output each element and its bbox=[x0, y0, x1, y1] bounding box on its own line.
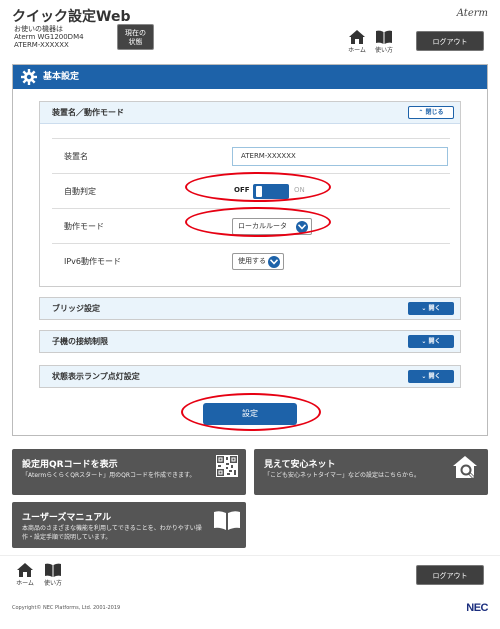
header: クイック設定Web お使いの機器は Aterm WG1200DM4 ATERM-… bbox=[0, 0, 500, 58]
ipv6-mode-select[interactable]: 使用する bbox=[232, 253, 284, 270]
chevron-down-icon: ⌄ bbox=[421, 373, 427, 380]
chevron-down-icon bbox=[268, 256, 280, 268]
brand-logo: Aterm bbox=[456, 8, 488, 19]
app-title: クイック設定Web bbox=[12, 9, 131, 25]
section-title: 基本設定 bbox=[43, 72, 80, 82]
operation-mode-select[interactable]: ローカルルータ bbox=[232, 217, 312, 235]
copyright: Copyright© NEC Platforms, Ltd. 2001-2019 bbox=[12, 605, 121, 611]
home-icon bbox=[17, 563, 33, 577]
toggle-knob bbox=[253, 183, 289, 199]
home-icon bbox=[349, 30, 365, 44]
section-header: 基本設定 bbox=[13, 65, 487, 89]
set-button[interactable]: 設定 bbox=[203, 403, 297, 425]
device-info: お使いの機器は Aterm WG1200DM4 ATERM-XXXXXX bbox=[14, 25, 84, 49]
footer-nav: ホーム 使い方 ログアウト bbox=[0, 555, 500, 593]
chevron-down-icon: ⌄ bbox=[421, 338, 427, 345]
device-mode-panel-header[interactable]: 装置名／動作モード ⌃ 閉じる bbox=[40, 102, 460, 124]
expand-button[interactable]: ⌄ 開く bbox=[408, 302, 454, 315]
expand-button[interactable]: ⌄ 開く bbox=[408, 335, 454, 348]
safety-net-tile[interactable]: 見えて安心ネット 「こども安心ネットタイマー」などの設定はこちらから。 bbox=[254, 449, 488, 495]
home-button[interactable]: ホーム bbox=[344, 30, 370, 54]
gear-icon bbox=[21, 69, 37, 85]
logout-button[interactable]: ログアウト bbox=[416, 31, 484, 51]
qr-code-tile[interactable]: 設定用QRコードを表示 「AtermらくらくQRスタート」用のQRコードを作成で… bbox=[12, 449, 246, 495]
device-name: ATERM-XXXXXX bbox=[14, 41, 69, 49]
basic-settings-card: 基本設定 装置名／動作モード ⌃ 閉じる 装置名 ATERM-XXXXXX 自動… bbox=[12, 64, 488, 436]
bridge-panel[interactable]: ブリッジ設定 ⌄ 開く bbox=[39, 297, 461, 320]
chevron-up-icon: ⌃ bbox=[418, 109, 424, 116]
device-label: お使いの機器は bbox=[14, 25, 63, 33]
current-status-button[interactable]: 現在の 状態 bbox=[117, 24, 154, 50]
auto-detect-row: 自動判定 OFF ON bbox=[52, 173, 450, 208]
chevron-down-icon: ⌄ bbox=[421, 305, 427, 312]
book-icon bbox=[45, 563, 61, 577]
expand-button[interactable]: ⌄ 開く bbox=[408, 370, 454, 383]
child-limit-panel-header[interactable]: 子機の接続制限 ⌄ 開く bbox=[40, 331, 460, 352]
nec-logo: NEC bbox=[466, 602, 488, 614]
footer-manual-button[interactable]: 使い方 bbox=[40, 563, 66, 587]
book-icon bbox=[376, 30, 392, 44]
house-magnifier-icon bbox=[453, 456, 477, 480]
user-manual-tile[interactable]: ユーザーズマニュアル 本商品のさまざまな機能を利用してできることを、わかりやすい… bbox=[12, 502, 246, 548]
device-name-row: 装置名 ATERM-XXXXXX bbox=[52, 138, 450, 173]
footer-logout-button[interactable]: ログアウト bbox=[416, 565, 484, 585]
ipv6-mode-row: IPv6動作モード 使用する bbox=[52, 243, 450, 279]
qr-code-icon bbox=[216, 455, 238, 477]
lamp-panel-header[interactable]: 状態表示ランプ点灯設定 ⌄ 開く bbox=[40, 366, 460, 387]
manual-button[interactable]: 使い方 bbox=[371, 30, 397, 54]
collapse-button[interactable]: ⌃ 閉じる bbox=[408, 106, 454, 119]
child-limit-panel[interactable]: 子機の接続制限 ⌄ 開く bbox=[39, 330, 461, 353]
device-model: Aterm WG1200DM4 bbox=[14, 33, 84, 41]
lamp-panel[interactable]: 状態表示ランプ点灯設定 ⌄ 開く bbox=[39, 365, 461, 388]
auto-detect-toggle[interactable]: OFF ON bbox=[232, 183, 305, 199]
book-icon bbox=[214, 511, 240, 530]
device-mode-panel: 装置名／動作モード ⌃ 閉じる 装置名 ATERM-XXXXXX 自動判定 OF… bbox=[39, 101, 461, 287]
bridge-panel-header[interactable]: ブリッジ設定 ⌄ 開く bbox=[40, 298, 460, 319]
footer-home-button[interactable]: ホーム bbox=[12, 563, 38, 587]
operation-mode-row: 動作モード ローカルルータ bbox=[52, 208, 450, 243]
chevron-down-icon bbox=[296, 220, 308, 233]
device-name-input[interactable]: ATERM-XXXXXX bbox=[232, 146, 448, 166]
